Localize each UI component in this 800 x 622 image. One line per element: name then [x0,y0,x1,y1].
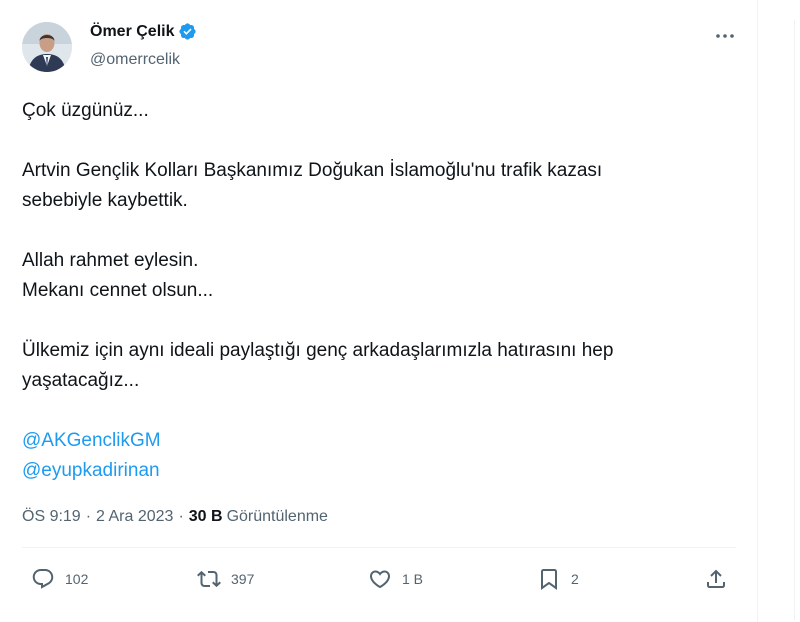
author-name-row: Ömer Çelik [90,22,197,41]
like-icon [369,570,391,589]
tweet-text: Çok üzgünüz... Artvin Gençlik Kolları Ba… [22,96,732,486]
meta-separator: · [85,508,92,525]
retweet-count: 397 [231,571,255,587]
bookmark-button[interactable]: 2 [537,567,579,591]
tweet-line: Çok üzgünüz... [22,100,149,121]
action-bar: 102 397 1 B 2 [0,563,758,599]
views-label: Görüntülenme [226,508,328,525]
share-icon [707,569,725,588]
meta-separator: · [178,508,184,525]
reply-button[interactable]: 102 [31,567,88,591]
tweet-meta: ÖS 9:19 · 2 Ara 2023 · 30 B Görüntülenme [22,508,328,526]
author-handle[interactable]: @omerrcelik [90,51,180,69]
sidebar-edge [794,20,800,620]
reply-icon [32,569,54,589]
mention-link[interactable]: @AKGenclikGM [22,426,732,456]
retweet-button[interactable]: 397 [197,567,254,591]
tweet-line: Artvin Gençlik Kolları Başkanımız Doğuka… [22,160,603,181]
reply-count: 102 [65,571,89,587]
more-icon[interactable] [714,26,736,46]
bookmark-icon [541,569,557,590]
avatar[interactable] [22,22,72,72]
tweet-card: Ömer Çelik @omerrcelik Çok üzgünüz... Ar… [0,0,758,622]
avatar-image [22,22,72,72]
retweet-icon [197,570,221,588]
tweet-line: yaşatacağız... [22,370,140,391]
author-name[interactable]: Ömer Çelik [90,23,174,41]
bookmark-count: 2 [571,571,579,587]
like-count: 1 B [402,571,424,587]
divider [22,547,736,548]
verified-badge-icon [179,23,197,40]
tweet-time[interactable]: ÖS 9:19 [22,508,81,526]
tweet-line: sebebiyle kaybettik. [22,190,188,211]
mention-link[interactable]: @eyupkadirinan [22,456,732,486]
views-count[interactable]: 30 B [189,508,223,526]
tweet-line: Ülkemiz için aynı ideali paylaştığı genç… [22,340,614,361]
tweet-line: Mekanı cennet olsun... [22,280,214,301]
like-button[interactable]: 1 B [368,567,423,591]
share-button[interactable] [704,567,728,591]
tweet-date[interactable]: 2 Ara 2023 [96,508,173,526]
tweet-line: Allah rahmet eylesin. [22,250,199,271]
